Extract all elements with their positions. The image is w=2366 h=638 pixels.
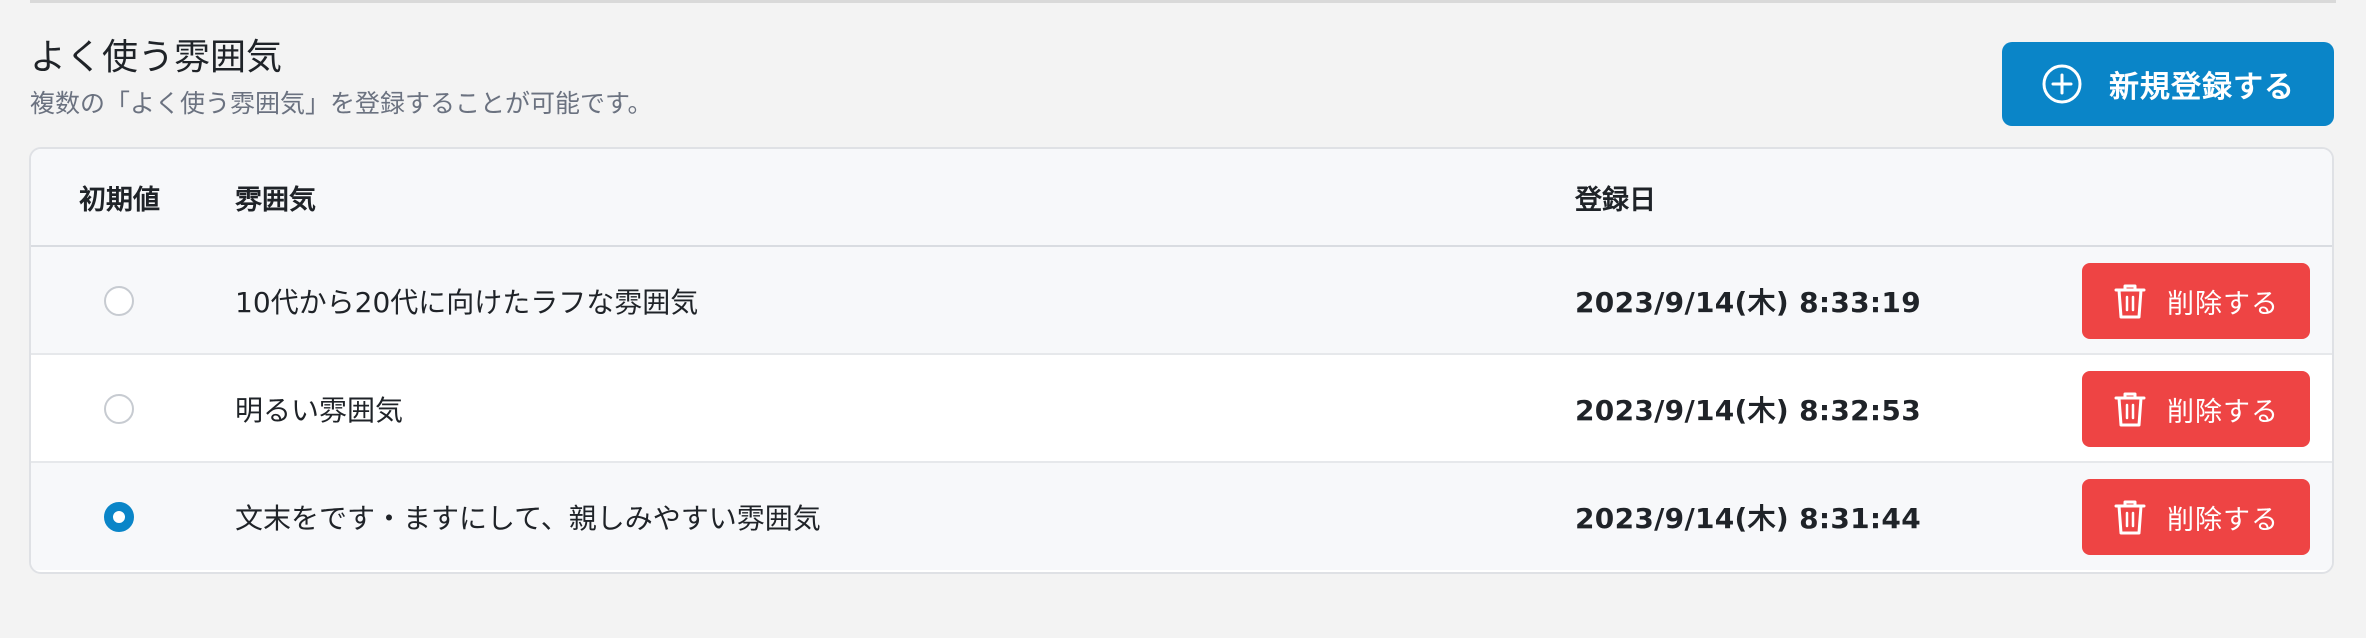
delete-button-label: 削除する bbox=[2167, 504, 2279, 536]
table-row: 明るい雰囲気 2023/9/14(木) 8:32:53 削除する bbox=[31, 355, 2332, 463]
column-header-default: 初期値 bbox=[79, 184, 160, 216]
trash-icon bbox=[2113, 498, 2147, 536]
mood-cell: 明るい雰囲気 bbox=[235, 394, 404, 427]
section-title: よく使う雰囲気 bbox=[30, 37, 283, 78]
mood-cell: 10代から20代に向けたラフな雰囲気 bbox=[235, 286, 699, 319]
table-row: 文末をです・ますにして、親しみやすい雰囲気 2023/9/14(木) 8:31:… bbox=[31, 463, 2332, 570]
table-row: 10代から20代に向けたラフな雰囲気 2023/9/14(木) 8:33:19 … bbox=[31, 247, 2332, 355]
top-divider bbox=[30, 0, 2336, 3]
date-cell: 2023/9/14(木) 8:31:44 bbox=[1575, 502, 1921, 535]
default-radio-selected[interactable] bbox=[104, 502, 134, 532]
delete-button[interactable]: 削除する bbox=[2082, 263, 2310, 339]
plus-circle-icon bbox=[2041, 63, 2083, 105]
section-description: 複数の「よく使う雰囲気」を登録することが可能です。 bbox=[30, 89, 653, 118]
delete-button-label: 削除する bbox=[2167, 288, 2279, 320]
mood-cell: 文末をです・ますにして、親しみやすい雰囲気 bbox=[235, 502, 821, 535]
add-new-button[interactable]: 新規登録する bbox=[2002, 42, 2334, 126]
section-header: よく使う雰囲気 複数の「よく使う雰囲気」を登録することが可能です。 bbox=[30, 34, 653, 122]
delete-button-label: 削除する bbox=[2167, 396, 2279, 428]
table-header: 初期値 雰囲気 登録日 bbox=[31, 149, 2332, 247]
date-cell: 2023/9/14(木) 8:33:19 bbox=[1575, 286, 1921, 319]
default-radio[interactable] bbox=[104, 286, 134, 316]
delete-button[interactable]: 削除する bbox=[2082, 479, 2310, 555]
mood-table: 初期値 雰囲気 登録日 10代から20代に向けたラフな雰囲気 2023/9/14… bbox=[29, 147, 2334, 574]
date-cell: 2023/9/14(木) 8:32:53 bbox=[1575, 394, 1921, 427]
column-header-date: 登録日 bbox=[1575, 184, 1656, 216]
trash-icon bbox=[2113, 282, 2147, 320]
add-new-button-label: 新規登録する bbox=[2109, 70, 2295, 105]
default-radio[interactable] bbox=[104, 394, 134, 424]
delete-button[interactable]: 削除する bbox=[2082, 371, 2310, 447]
trash-icon bbox=[2113, 390, 2147, 428]
column-header-mood: 雰囲気 bbox=[235, 184, 316, 216]
